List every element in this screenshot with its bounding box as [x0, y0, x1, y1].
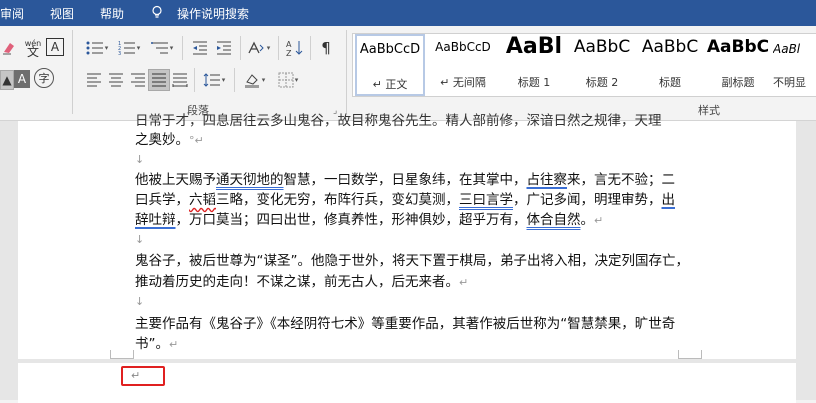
text-line: 鬼谷子，被后世尊为“谋圣”。他隐于世外，将天下置于棋局，弟子出将入相，决定列国存… [135, 253, 689, 269]
align-left-icon[interactable] [84, 70, 104, 90]
svg-text:A: A [286, 40, 292, 49]
borders-icon[interactable]: ▾ [274, 70, 302, 90]
style-no-spacing[interactable]: AaBbCcD ↵ 无间隔 [428, 34, 498, 96]
style-subtle-emphasis[interactable]: AaBl 不明显 [773, 34, 816, 96]
style-subtitle[interactable]: AaBbC 副标题 [705, 34, 771, 96]
shading-button[interactable]: ▲ [0, 70, 14, 90]
svg-text:3: 3 [118, 51, 121, 55]
phonetic-guide-button[interactable]: wén 文 [22, 36, 44, 60]
empty-paragraph-mark: ↓ [135, 153, 145, 166]
line-spacing-icon[interactable]: ▾ [200, 70, 228, 90]
clear-format-icon[interactable] [0, 38, 18, 58]
decrease-indent-icon[interactable] [190, 38, 210, 58]
chinese-layout-icon[interactable]: ▾ [246, 38, 272, 58]
text-line: 他被上天赐予通天彻地的智慧，一曰数学，日星象纬，在其掌中，占往察来，言无不验；二 [135, 172, 675, 188]
separator [182, 36, 183, 60]
style-name: ↵ 正文 [372, 78, 408, 91]
sort-button[interactable]: AZ [284, 36, 306, 60]
increase-indent-icon[interactable] [214, 38, 234, 58]
margin-corner-mark [110, 350, 134, 359]
text-line: 曰兵学，六韬三略，变化无穷，布阵行兵，变幻莫测，三曰言学，广记多闻，明理审势，出 [135, 192, 675, 208]
numbering-icon[interactable]: 1 2 3 ▾ [116, 38, 142, 58]
distributed-icon[interactable] [170, 70, 190, 90]
separator [194, 68, 195, 92]
group-separator [72, 30, 73, 114]
style-heading-1[interactable]: AaBl 标题 1 [501, 34, 567, 96]
menu-bar: 审阅 视图 帮助 操作说明搜索 [0, 0, 816, 26]
menu-help[interactable]: 帮助 [100, 5, 124, 22]
document-area: 日常于才，四息居往云多山鬼谷，故目称鬼谷先生。精人部前修，深谙日然之规律，天理 … [0, 113, 816, 403]
separator [234, 68, 235, 92]
separator [240, 36, 241, 60]
empty-paragraph-mark: ↓ [135, 295, 145, 308]
style-name: ↵ 无间隔 [440, 76, 486, 89]
text-line: 书”。↵ [135, 336, 179, 352]
show-formatting-marks-icon[interactable]: ¶ [316, 38, 336, 58]
margin-corner-mark [678, 350, 702, 359]
text-line-partial: 日常于才，四息居往云多山鬼谷，故目称鬼谷先生。精人部前修，深谙日然之规律，天理 [135, 113, 662, 129]
align-center-icon[interactable] [106, 70, 126, 90]
menu-view[interactable]: 视图 [50, 5, 74, 22]
tell-me-search[interactable]: 操作说明搜索 [177, 5, 249, 22]
svg-text:Z: Z [286, 49, 292, 57]
multilevel-list-icon[interactable]: ▾ [148, 38, 176, 58]
style-normal[interactable]: AaBbCcD ↵ 正文 [355, 34, 425, 96]
highlighted-empty-paragraph[interactable]: ↵ [121, 366, 165, 386]
text-line: 之奥妙。°↵ [135, 132, 204, 148]
bullets-icon[interactable]: ▾ [84, 38, 110, 58]
separator [278, 36, 279, 60]
styles-group-label: 样式 [698, 104, 720, 117]
menu-review[interactable]: 审阅 [0, 5, 24, 22]
group-separator [346, 30, 347, 114]
separator [310, 36, 311, 60]
char-shading-button[interactable]: A [14, 70, 30, 88]
lightbulb-icon [150, 5, 164, 22]
style-title[interactable]: AaBbC 标题 [637, 34, 703, 96]
align-right-icon[interactable] [128, 70, 148, 90]
ribbon: wén 文 A ▲ A 字 ▾ 1 2 3 ▾ ▾ ▾ AZ ¶ ▾ ▾ ▾ 段… [0, 26, 816, 121]
justify-icon[interactable] [148, 69, 170, 91]
text-line: 推动着历史的走向！不谋之谋，前无古人，后无来者。↵ [135, 274, 469, 290]
char-border-button[interactable]: A [46, 38, 64, 56]
paragraph-shading-icon[interactable]: ▾ [240, 70, 268, 90]
document-page[interactable]: 日常于才，四息居往云多山鬼谷，故目称鬼谷先生。精人部前修，深谙日然之规律，天理 … [18, 113, 796, 359]
enclose-char-button[interactable]: 字 [34, 68, 54, 88]
styles-gallery: AaBbCcD ↵ 正文 AaBbCcD ↵ 无间隔 AaBl 标题 1 AaB… [352, 33, 816, 97]
empty-paragraph-mark: ↓ [135, 233, 145, 246]
style-heading-2[interactable]: AaBbC 标题 2 [569, 34, 635, 96]
text-line: 辞吐辩，万口莫当；四曰出世，修真养性，形神俱妙，超乎万有，体合自然。↵ [135, 212, 604, 228]
text-line: 主要作品有《鬼谷子》《本经阴符七术》等重要作品，其著作被后世称为“智慧禁果，旷世… [135, 316, 676, 332]
